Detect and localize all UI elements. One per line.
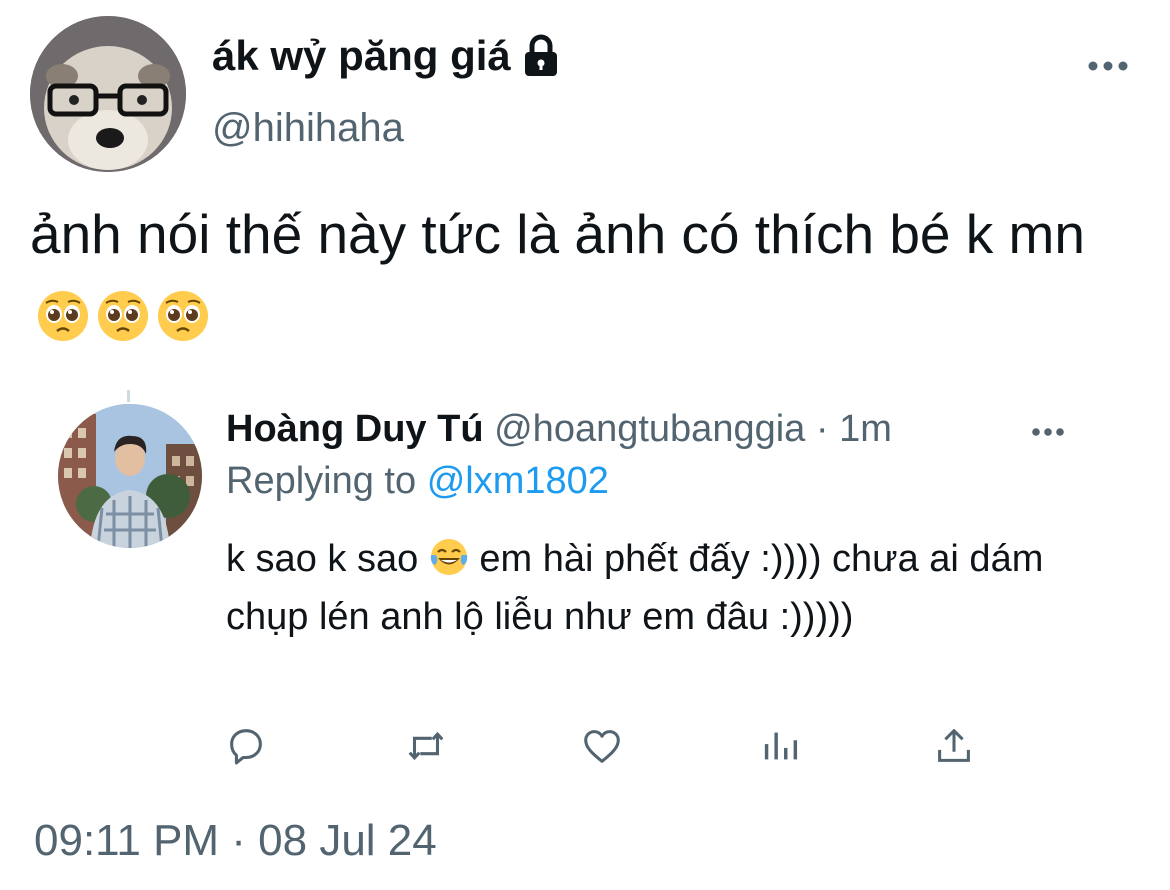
reply-text: k sao k sao em hài phết đấy :)))) chưa a… — [226, 530, 1056, 646]
like-button[interactable] — [578, 722, 626, 770]
share-button[interactable] — [930, 722, 978, 770]
reply-button[interactable] — [222, 722, 270, 770]
tweet-timestamp[interactable]: 09:11 PM · 08 Jul 24 — [34, 816, 437, 866]
reply-time-ago[interactable]: 1m — [839, 408, 892, 450]
share-icon — [938, 729, 970, 762]
reply-separator: · — [815, 408, 829, 450]
replying-prefix: Replying to — [226, 460, 417, 502]
analytics-icon — [764, 732, 798, 760]
reply-author-name[interactable]: Hoàng Duy Tú — [226, 408, 484, 450]
analytics-button[interactable] — [756, 722, 804, 770]
reply-author-handle[interactable]: @hoangtubanggia — [494, 408, 805, 450]
author-name-text: ák wỷ păng giá — [212, 32, 511, 79]
thread-connector — [127, 390, 130, 402]
replying-to-line: Replying to @lxm1802 — [226, 460, 609, 503]
author-avatar[interactable] — [30, 16, 186, 172]
tweet-text: ảnh nói thế này tức là ảnh có thích bé k… — [30, 192, 1140, 360]
reply-text-part-1: k sao k sao — [226, 538, 419, 580]
reply-more-options-icon[interactable] — [1030, 424, 1066, 440]
author-display-name[interactable]: ák wỷ păng giá — [212, 32, 561, 80]
retweet-icon — [408, 731, 444, 761]
replying-to-handle-link[interactable]: @lxm1802 — [427, 460, 609, 502]
reply-icon — [230, 729, 262, 765]
retweet-button[interactable] — [402, 722, 450, 770]
tears-of-joy-emoji — [430, 539, 467, 575]
pleading-face-emoji — [158, 291, 208, 341]
heart-icon — [584, 730, 620, 763]
author-handle[interactable]: @hihihaha — [212, 106, 404, 151]
more-options-icon[interactable] — [1086, 56, 1130, 76]
reply-author-avatar[interactable] — [58, 404, 202, 548]
reply-header: Hoàng Duy Tú @hoangtubanggia · 1m — [226, 408, 892, 451]
pleading-face-emoji — [98, 291, 148, 341]
pleading-face-emoji — [38, 291, 88, 341]
tweet-body: ảnh nói thế này tức là ảnh có thích bé k… — [30, 203, 1085, 265]
lock-icon — [524, 34, 557, 76]
